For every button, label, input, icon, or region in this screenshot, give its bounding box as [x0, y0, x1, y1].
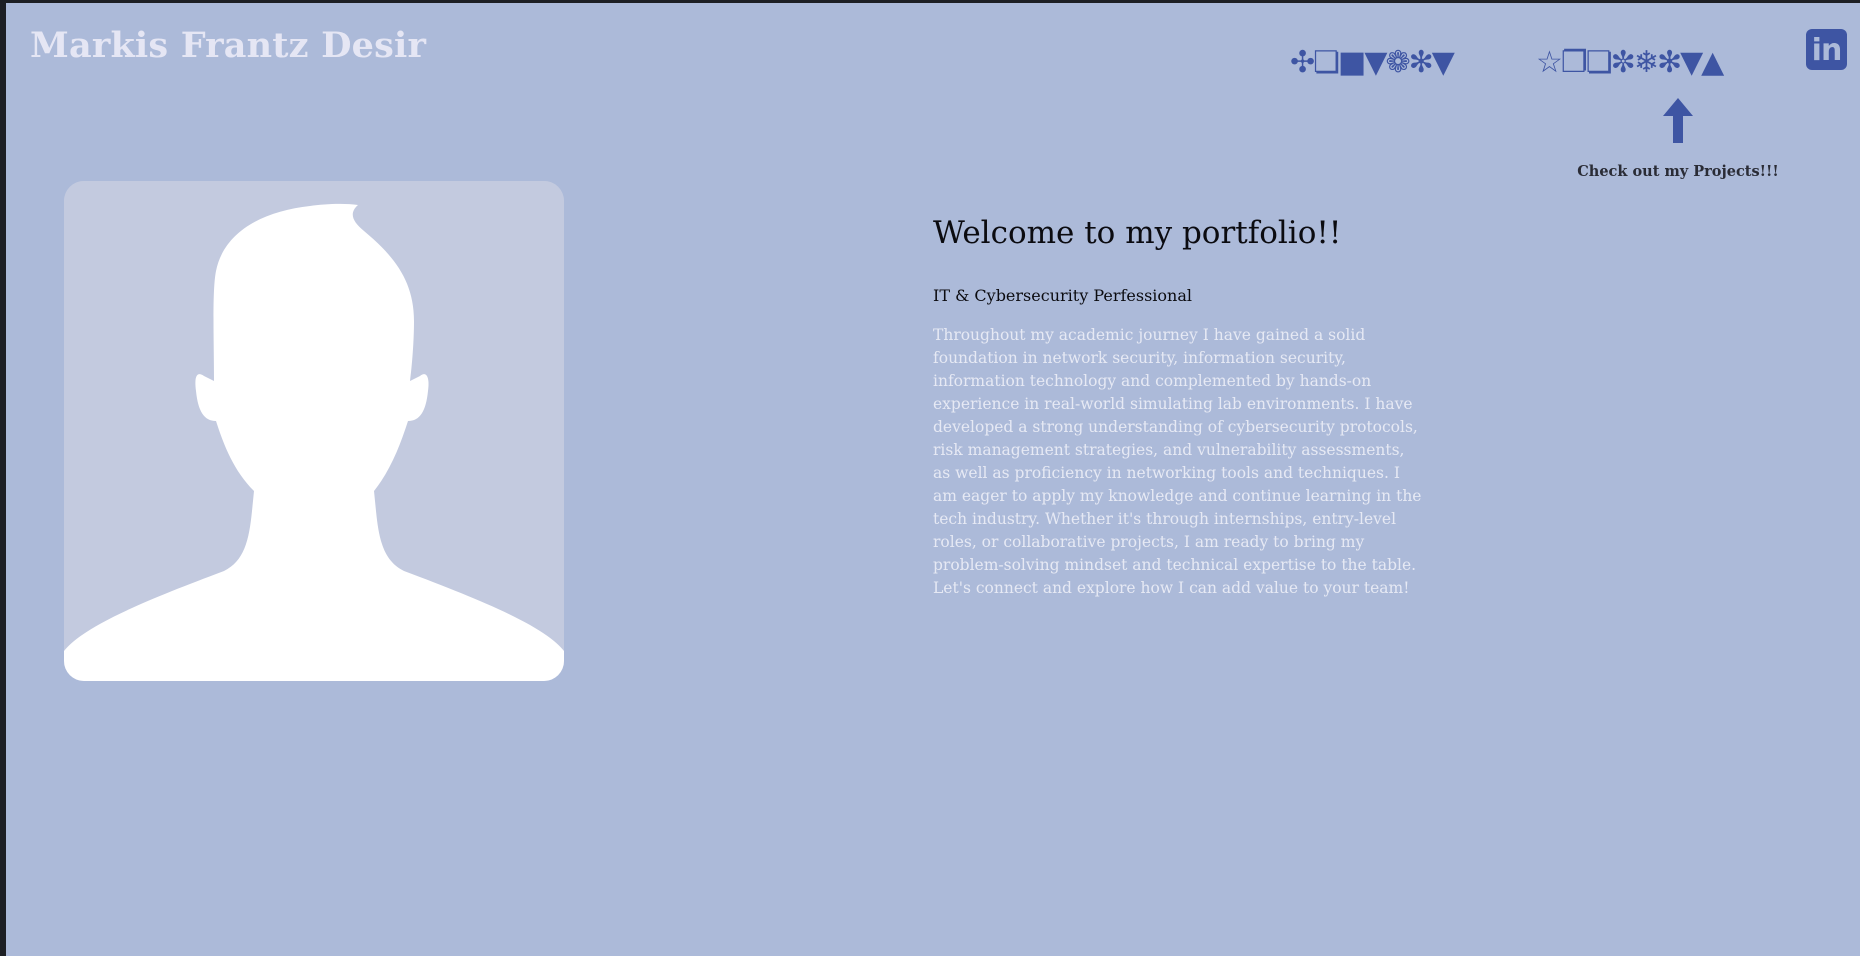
- linkedin-icon[interactable]: in: [1806, 29, 1847, 70]
- arrow-up-icon: [1663, 98, 1693, 143]
- welcome-heading: Welcome to my portfolio!!: [933, 215, 1342, 251]
- projects-hint: Check out my Projects!!!: [1577, 163, 1779, 180]
- site-title: Markis Frantz Desir: [30, 25, 427, 66]
- nav-link-projects[interactable]: ☆❐❏✼❄✻▼▲: [1536, 45, 1724, 81]
- avatar-silhouette-icon: [64, 181, 564, 681]
- portfolio-page: Markis Frantz Desir ✣❏■▼❁✻▼ ☆❐❏✼❄✻▼▲ in …: [6, 3, 1860, 956]
- bio-paragraph: Throughout my academic journey I have ga…: [933, 326, 1422, 597]
- nav-link-about[interactable]: ✣❏■▼❁✻▼: [1290, 45, 1455, 81]
- role-subtitle: IT & Cybersecurity Perfessional: [933, 286, 1192, 305]
- avatar: [64, 181, 564, 681]
